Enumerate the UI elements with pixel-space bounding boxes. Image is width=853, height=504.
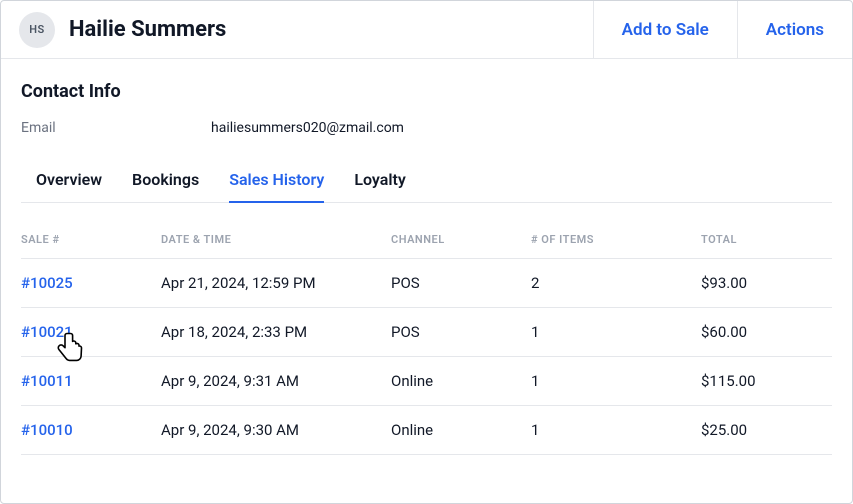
page-title: Hailie Summers — [69, 17, 226, 42]
table-head: SALE # DATE & TIME CHANNEL # OF ITEMS TO… — [21, 233, 832, 259]
sale-link[interactable]: #10021 — [21, 323, 161, 341]
table-row: #10021 Apr 18, 2024, 2:33 PM POS 1 $60.0… — [21, 308, 832, 357]
cell-datetime: Apr 9, 2024, 9:31 AM — [161, 372, 391, 390]
sales-table: SALE # DATE & TIME CHANNEL # OF ITEMS TO… — [21, 233, 832, 455]
col-sale: SALE # — [21, 233, 161, 246]
actions-button[interactable]: Actions — [737, 1, 852, 58]
contact-email-label: Email — [21, 120, 171, 136]
sale-link[interactable]: #10011 — [21, 372, 161, 390]
cell-datetime: Apr 9, 2024, 9:30 AM — [161, 421, 391, 439]
tab-bookings[interactable]: Bookings — [132, 170, 199, 203]
cell-total: $93.00 — [701, 274, 832, 292]
cell-channel: POS — [391, 323, 531, 341]
table-row: #10010 Apr 9, 2024, 9:30 AM Online 1 $25… — [21, 406, 832, 455]
cell-items: 1 — [531, 323, 701, 341]
cell-total: $115.00 — [701, 372, 832, 390]
tab-sales-history[interactable]: Sales History — [229, 170, 324, 203]
contact-email-row: Email hailiesummers020@zmail.com — [21, 120, 832, 136]
add-to-sale-button[interactable]: Add to Sale — [593, 1, 737, 58]
cell-total: $60.00 — [701, 323, 832, 341]
col-total: TOTAL — [701, 233, 832, 246]
cell-items: 2 — [531, 274, 701, 292]
table-row: #10025 Apr 21, 2024, 12:59 PM POS 2 $93.… — [21, 259, 832, 308]
col-datetime: DATE & TIME — [161, 233, 391, 246]
header-bar: HS Hailie Summers Add to Sale Actions — [1, 1, 852, 59]
cell-channel: POS — [391, 274, 531, 292]
sale-link[interactable]: #10025 — [21, 274, 161, 292]
contact-email-value: hailiesummers020@zmail.com — [211, 120, 404, 136]
header-left: HS Hailie Summers — [19, 12, 226, 48]
sale-link[interactable]: #10010 — [21, 421, 161, 439]
tabs: Overview Bookings Sales History Loyalty — [21, 170, 832, 203]
cell-total: $25.00 — [701, 421, 832, 439]
avatar: HS — [19, 12, 55, 48]
cell-datetime: Apr 18, 2024, 2:33 PM — [161, 323, 391, 341]
page-body: Contact Info Email hailiesummers020@zmai… — [1, 59, 852, 455]
tab-loyalty[interactable]: Loyalty — [354, 170, 405, 203]
cell-channel: Online — [391, 372, 531, 390]
col-items: # OF ITEMS — [531, 233, 701, 246]
cell-items: 1 — [531, 372, 701, 390]
table-row: #10011 Apr 9, 2024, 9:31 AM Online 1 $11… — [21, 357, 832, 406]
header-actions: Add to Sale Actions — [593, 1, 852, 58]
col-channel: CHANNEL — [391, 233, 531, 246]
cell-channel: Online — [391, 421, 531, 439]
cell-datetime: Apr 21, 2024, 12:59 PM — [161, 274, 391, 292]
tab-overview[interactable]: Overview — [36, 170, 102, 203]
cell-items: 1 — [531, 421, 701, 439]
contact-section-title: Contact Info — [21, 81, 832, 102]
